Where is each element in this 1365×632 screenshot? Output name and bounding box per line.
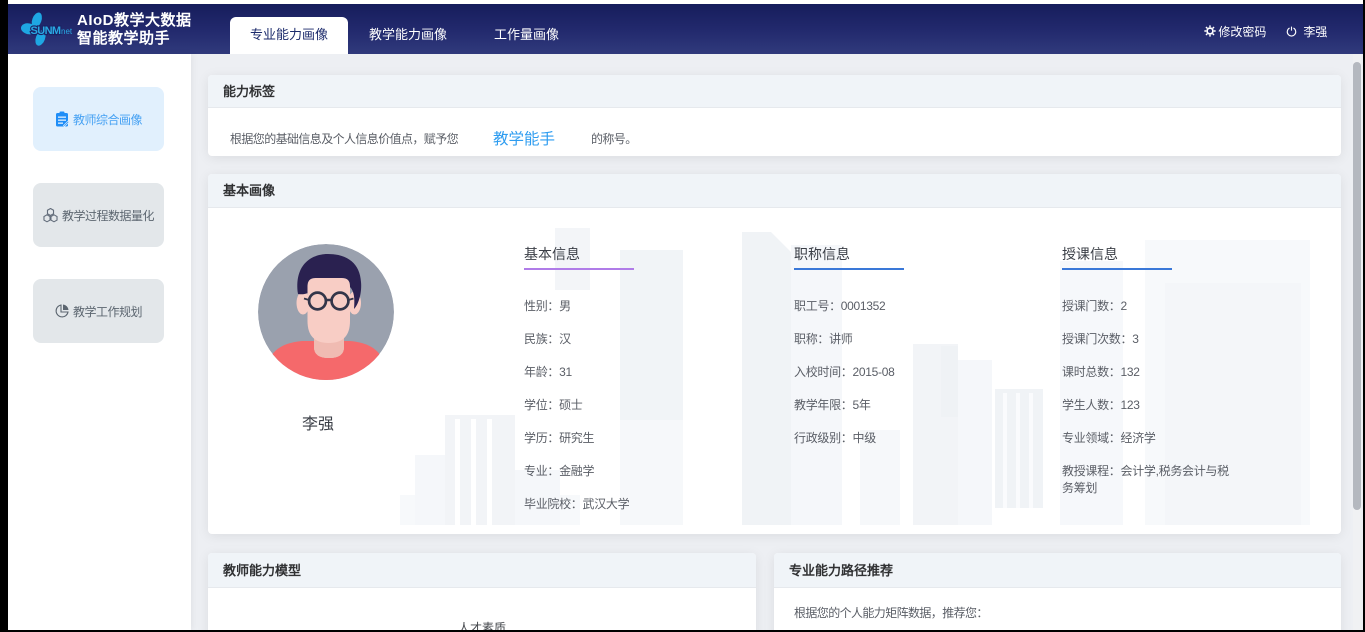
svg-text:SUNM: SUNM <box>31 25 61 37</box>
svg-text:net: net <box>61 27 73 36</box>
